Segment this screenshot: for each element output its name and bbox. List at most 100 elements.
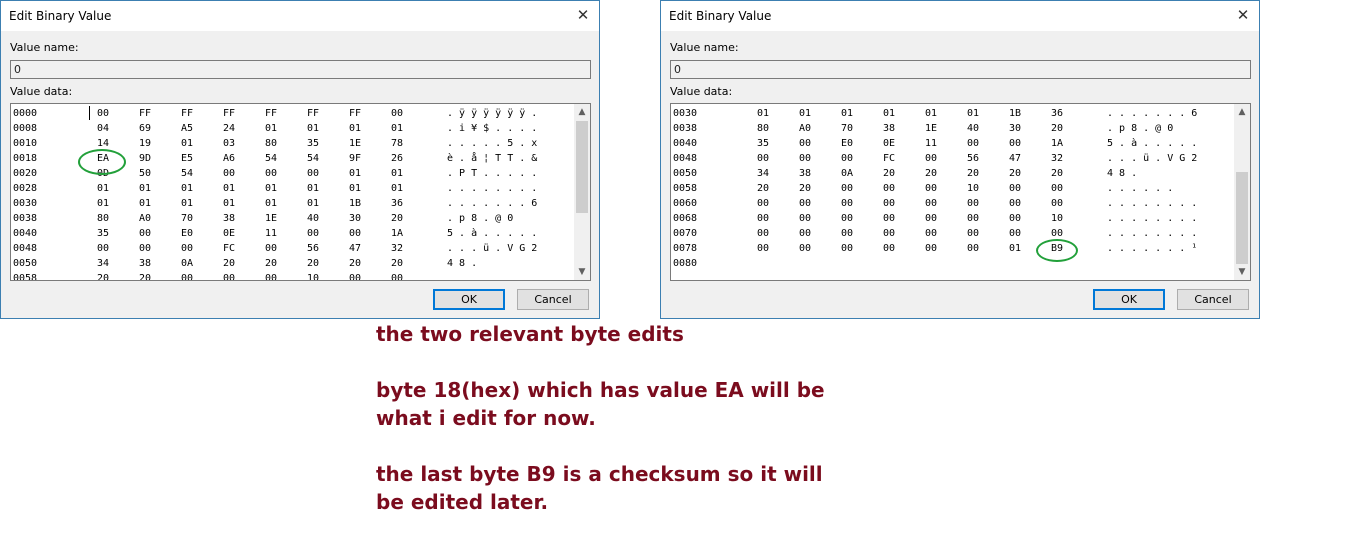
- hex-byte[interactable]: 00: [391, 271, 403, 280]
- hex-byte[interactable]: 34: [757, 166, 769, 181]
- hex-byte[interactable]: 00: [181, 271, 193, 280]
- scroll-up-icon[interactable]: ▲: [1234, 104, 1250, 120]
- hex-byte[interactable]: 01: [181, 196, 193, 211]
- hex-byte[interactable]: 00: [97, 241, 109, 256]
- hex-byte[interactable]: 10: [307, 271, 319, 280]
- hex-byte[interactable]: 00: [883, 181, 895, 196]
- hex-byte[interactable]: 00: [799, 241, 811, 256]
- hex-byte[interactable]: 00: [841, 181, 853, 196]
- hex-byte[interactable]: 00: [883, 226, 895, 241]
- hex-byte[interactable]: 00: [841, 211, 853, 226]
- hex-byte[interactable]: 01: [265, 121, 277, 136]
- hex-byte[interactable]: A6: [223, 151, 235, 166]
- hex-byte[interactable]: 00: [391, 106, 403, 121]
- hex-byte[interactable]: 00: [139, 226, 151, 241]
- ok-button[interactable]: OK: [433, 289, 505, 310]
- hex-byte[interactable]: 00: [265, 241, 277, 256]
- vertical-scrollbar[interactable]: ▲ ▼: [574, 104, 590, 280]
- hex-byte[interactable]: 01: [97, 181, 109, 196]
- hex-byte[interactable]: 00: [139, 241, 151, 256]
- value-data-hex-editor[interactable]: 0000 00 FF FF FF FF FF FF 00. ÿ ÿ ÿ ÿ ÿ ÿ . 0008 0…: [10, 103, 591, 281]
- hex-byte[interactable]: FC: [223, 241, 235, 256]
- hex-byte[interactable]: 1E: [349, 136, 361, 151]
- hex-byte[interactable]: 11: [265, 226, 277, 241]
- hex-byte[interactable]: 00: [925, 226, 937, 241]
- hex-byte[interactable]: 00: [925, 151, 937, 166]
- hex-byte[interactable]: 00: [799, 211, 811, 226]
- hex-byte[interactable]: E5: [181, 151, 193, 166]
- hex-byte[interactable]: 01: [883, 106, 895, 121]
- hex-byte[interactable]: 01: [307, 181, 319, 196]
- hex-byte[interactable]: 01: [391, 181, 403, 196]
- hex-byte[interactable]: 00: [1009, 136, 1021, 151]
- hex-byte[interactable]: 00: [1051, 196, 1063, 211]
- hex-byte[interactable]: 80: [265, 136, 277, 151]
- hex-byte[interactable]: 38: [883, 121, 895, 136]
- hex-byte[interactable]: 00: [883, 241, 895, 256]
- hex-byte[interactable]: 00: [265, 271, 277, 280]
- hex-byte[interactable]: 20: [391, 256, 403, 271]
- hex-byte[interactable]: 00: [181, 241, 193, 256]
- hex-byte[interactable]: 00: [799, 136, 811, 151]
- hex-byte[interactable]: 0A: [841, 166, 853, 181]
- hex-byte[interactable]: 01: [265, 196, 277, 211]
- close-icon[interactable]: ✕: [573, 5, 593, 25]
- hex-byte[interactable]: 00: [757, 211, 769, 226]
- hex-byte[interactable]: 1A: [1051, 136, 1063, 151]
- hex-byte[interactable]: 01: [1009, 241, 1021, 256]
- hex-byte[interactable]: 9D: [139, 151, 151, 166]
- hex-byte[interactable]: 01: [925, 106, 937, 121]
- hex-byte[interactable]: 1E: [925, 121, 937, 136]
- hex-byte[interactable]: 00: [925, 211, 937, 226]
- vertical-scrollbar[interactable]: ▲ ▼: [1234, 104, 1250, 280]
- hex-byte[interactable]: 01: [841, 106, 853, 121]
- hex-byte[interactable]: 36: [1051, 106, 1063, 121]
- hex-byte[interactable]: 00: [967, 241, 979, 256]
- hex-byte[interactable]: 00: [967, 196, 979, 211]
- hex-byte[interactable]: 01: [391, 166, 403, 181]
- hex-byte[interactable]: 40: [967, 121, 979, 136]
- hex-byte[interactable]: FF: [265, 106, 277, 121]
- scrollbar-thumb[interactable]: [576, 121, 588, 213]
- hex-byte[interactable]: 01: [349, 121, 361, 136]
- hex-byte[interactable]: A0: [139, 211, 151, 226]
- hex-byte[interactable]: 00: [1009, 211, 1021, 226]
- hex-byte[interactable]: 00: [757, 151, 769, 166]
- hex-byte[interactable]: E0: [181, 226, 193, 241]
- hex-byte[interactable]: 38: [139, 256, 151, 271]
- hex-byte[interactable]: 00: [223, 166, 235, 181]
- hex-byte[interactable]: 1E: [265, 211, 277, 226]
- hex-byte[interactable]: 01: [349, 166, 361, 181]
- hex-byte[interactable]: 69: [139, 121, 151, 136]
- hex-byte[interactable]: 35: [307, 136, 319, 151]
- hex-byte[interactable]: 00: [841, 151, 853, 166]
- close-icon[interactable]: ✕: [1233, 5, 1253, 25]
- hex-byte[interactable]: FF: [223, 106, 235, 121]
- hex-byte[interactable]: 20: [349, 256, 361, 271]
- cancel-button[interactable]: Cancel: [517, 289, 589, 310]
- scrollbar-thumb[interactable]: [1236, 172, 1248, 264]
- hex-byte[interactable]: 20: [1009, 166, 1021, 181]
- hex-byte[interactable]: 20: [1051, 166, 1063, 181]
- hex-byte[interactable]: 01: [799, 106, 811, 121]
- hex-byte[interactable]: 00: [925, 241, 937, 256]
- hex-byte[interactable]: 20: [925, 166, 937, 181]
- hex-byte[interactable]: 19: [139, 136, 151, 151]
- hex-byte[interactable]: 54: [181, 166, 193, 181]
- hex-byte[interactable]: 20: [391, 211, 403, 226]
- hex-byte[interactable]: 01: [307, 121, 319, 136]
- hex-byte[interactable]: 01: [391, 121, 403, 136]
- hex-byte[interactable]: 1B: [1009, 106, 1021, 121]
- hex-byte[interactable]: 00: [799, 151, 811, 166]
- hex-byte[interactable]: 04: [97, 121, 109, 136]
- hex-byte[interactable]: 36: [391, 196, 403, 211]
- hex-byte[interactable]: 00: [883, 211, 895, 226]
- hex-byte[interactable]: 47: [349, 241, 361, 256]
- hex-byte[interactable]: 01: [181, 136, 193, 151]
- hex-byte[interactable]: 35: [757, 136, 769, 151]
- scroll-down-icon[interactable]: ▼: [1234, 264, 1250, 280]
- hex-byte[interactable]: 01: [349, 181, 361, 196]
- ok-button[interactable]: OK: [1093, 289, 1165, 310]
- hex-byte[interactable]: 56: [967, 151, 979, 166]
- hex-byte[interactable]: 38: [799, 166, 811, 181]
